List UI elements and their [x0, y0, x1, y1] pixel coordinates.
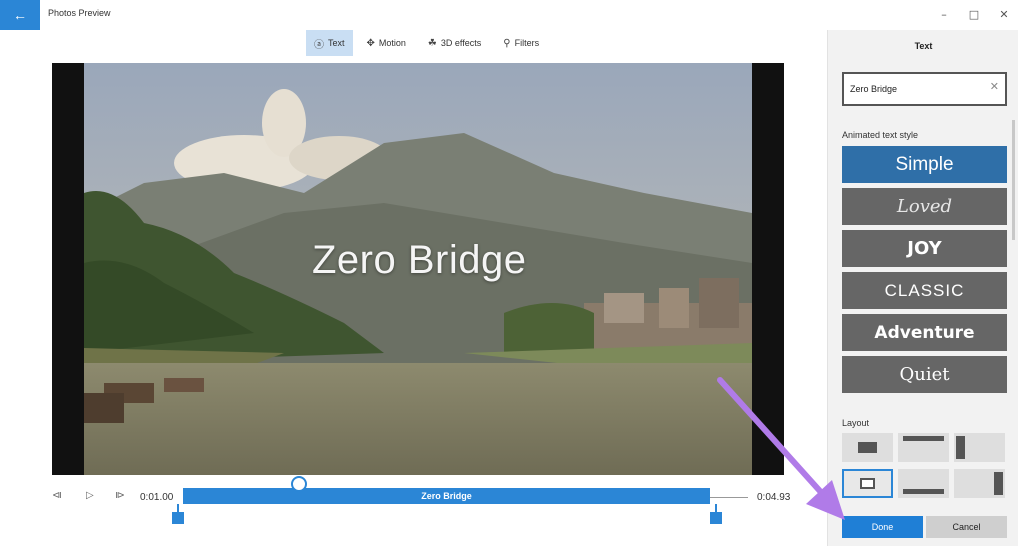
- layout-bottom-bar[interactable]: [898, 469, 949, 498]
- style-quiet[interactable]: Quiet: [842, 356, 1007, 393]
- tab-text-label: Text: [328, 38, 345, 48]
- layout-center-bar[interactable]: [842, 433, 893, 462]
- style-simple[interactable]: Simple: [842, 146, 1007, 183]
- tab-3d-effects[interactable]: ☘ 3D effects: [420, 30, 489, 56]
- done-button[interactable]: Done: [842, 516, 923, 538]
- preview-overlay-text[interactable]: Zero Bridge: [312, 238, 526, 283]
- app-title: Photos Preview: [48, 8, 111, 18]
- text-panel: Text ✕ Animated text style Simple Loved …: [827, 30, 1018, 546]
- trim-start-handle[interactable]: [172, 504, 184, 524]
- cancel-button[interactable]: Cancel: [926, 516, 1007, 538]
- panel-scrollbar[interactable]: [1012, 120, 1015, 240]
- photos-app-window: ← Photos Preview – □ ✕ ⓐ Text ✥ Motion ☘…: [0, 0, 1018, 546]
- layout-right-side[interactable]: [954, 469, 1005, 498]
- 3d-effects-icon: ☘: [427, 37, 437, 49]
- tab-filters[interactable]: ⚲ Filters: [495, 30, 547, 56]
- layout-label: Layout: [842, 418, 870, 428]
- layout-center-box[interactable]: [842, 469, 893, 498]
- animated-style-label: Animated text style: [842, 130, 919, 140]
- tab-text[interactable]: ⓐ Text: [306, 30, 353, 56]
- play-icon[interactable]: ▷: [86, 490, 94, 501]
- style-loved[interactable]: Loved: [842, 188, 1007, 225]
- style-classic[interactable]: CLASSIC: [842, 272, 1007, 309]
- panel-title: Text: [914, 41, 933, 51]
- layout-left-side[interactable]: [954, 433, 1005, 462]
- style-joy[interactable]: JOY: [842, 230, 1007, 267]
- start-time: 0:01.00: [140, 492, 174, 503]
- text-icon: ⓐ: [314, 39, 324, 51]
- back-arrow-icon: ←: [13, 7, 27, 23]
- title-bar: ← Photos Preview – □ ✕: [0, 0, 1018, 30]
- tab-motion-label: Motion: [378, 38, 406, 48]
- previous-frame-icon[interactable]: ⧏: [52, 490, 62, 501]
- back-button[interactable]: ←: [0, 0, 40, 30]
- editing-toolbar: ⓐ Text ✥ Motion ☘ 3D effects ⚲ Filters: [306, 30, 547, 56]
- tab-3d-effects-label: 3D effects: [440, 38, 482, 48]
- trim-end-handle[interactable]: [710, 504, 722, 524]
- style-adventure[interactable]: Adventure: [842, 314, 1007, 351]
- tab-filters-label: Filters: [514, 38, 540, 48]
- tab-motion[interactable]: ✥ Motion: [359, 30, 414, 56]
- text-clip-bar[interactable]: Zero Bridge: [183, 488, 710, 504]
- end-time: 0:04.93: [757, 492, 791, 503]
- close-button[interactable]: ✕: [990, 6, 1018, 24]
- next-frame-icon[interactable]: ⧐: [115, 490, 125, 501]
- filter-icon: ⚲: [503, 37, 511, 49]
- layout-top-bar[interactable]: [898, 433, 949, 462]
- minimize-button[interactable]: –: [930, 6, 958, 24]
- clear-icon[interactable]: ✕: [990, 80, 999, 93]
- maximize-button[interactable]: □: [960, 6, 988, 24]
- text-input[interactable]: [850, 79, 990, 99]
- video-preview[interactable]: Zero Bridge: [52, 63, 784, 475]
- text-input-box[interactable]: ✕: [842, 72, 1007, 106]
- timeline: ⧏ ▷ ⧐ 0:01.00 Zero Bridge 0:04.93: [0, 476, 826, 536]
- move-icon: ✥: [366, 37, 375, 49]
- playhead[interactable]: [291, 476, 307, 492]
